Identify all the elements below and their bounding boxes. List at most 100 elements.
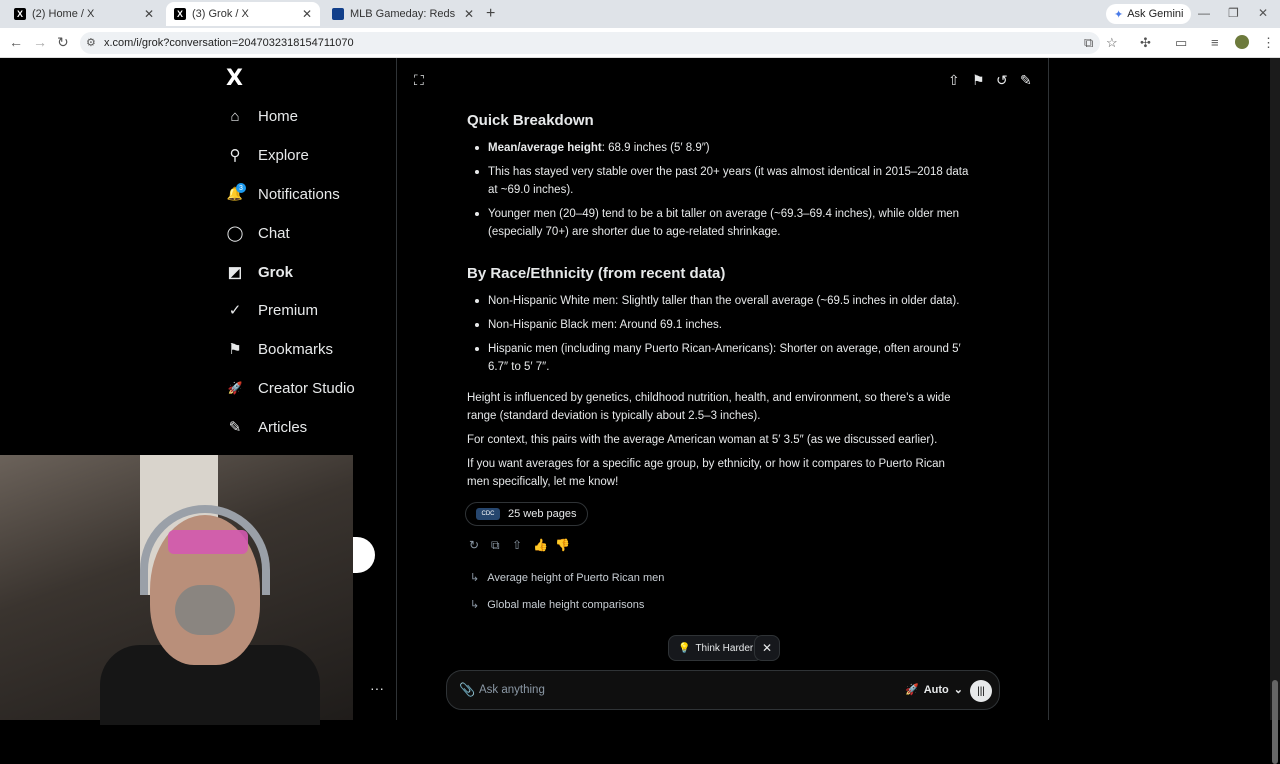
bullet-text: Non-Hispanic White men: Slightly taller …: [488, 295, 960, 307]
tab-mlb[interactable]: MLB Gameday: Reds 1, Rays 6 F ✕: [324, 2, 482, 26]
ask-gemini-label: Ask Gemini: [1127, 8, 1184, 20]
chat-icon: ◯: [226, 225, 244, 242]
sidebar-item-bookmarks[interactable]: ⚑ Bookmarks: [226, 336, 333, 362]
search-icon: ⚲: [229, 147, 241, 164]
bookmark-conversation-icon[interactable]: ⚑: [972, 72, 985, 89]
close-window-icon[interactable]: ✕: [1258, 6, 1268, 20]
voice-mode-button[interactable]: |||: [970, 680, 992, 702]
site-info-icon[interactable]: ⚙: [86, 36, 96, 49]
x-favicon-icon: X: [174, 8, 186, 20]
arrow-return-icon: ↳: [470, 599, 480, 611]
lightbulb-icon: 💡: [678, 642, 691, 654]
home-icon: ⌂: [230, 107, 240, 125]
mlb-favicon-icon: [332, 8, 344, 20]
sidebar-item-premium[interactable]: ✓ Premium: [226, 297, 318, 323]
waveform-icon: |||: [977, 685, 985, 697]
sidebar-item-label: Chat: [258, 224, 290, 242]
close-tab-icon[interactable]: ✕: [302, 7, 312, 21]
menu-icon[interactable]: ⋮: [1262, 35, 1275, 51]
minimize-icon[interactable]: —: [1198, 6, 1210, 20]
install-icon[interactable]: ⧉: [1084, 35, 1093, 51]
media-icon[interactable]: ≡: [1211, 35, 1219, 50]
expand-icon[interactable]: ⛶: [414, 72, 424, 89]
restore-icon[interactable]: ❐: [1228, 6, 1239, 20]
ask-input[interactable]: [479, 680, 859, 700]
mode-label: Auto: [923, 683, 949, 696]
sidebar-item-label: Grok: [258, 263, 294, 281]
share-icon[interactable]: ⇧: [948, 72, 960, 89]
reload-icon[interactable]: ↻: [57, 34, 69, 51]
list-item: Non-Hispanic Black men: Around 69.1 inch…: [475, 316, 978, 334]
sidebar-item-label: Bookmarks: [258, 340, 334, 358]
sidepanel-icon[interactable]: ▭: [1175, 35, 1187, 51]
sidebar-item-label: Premium: [258, 301, 319, 319]
followup-suggestion[interactable]: ↳ Average height of Puerto Rican men: [470, 571, 665, 585]
sidebar-item-label: Articles: [258, 418, 308, 436]
list-item: Hispanic men (including many Puerto Rica…: [475, 340, 978, 376]
sidebar-item-label: Creator Studio: [258, 379, 355, 397]
thumbs-down-icon[interactable]: 👎: [555, 538, 570, 552]
thumbs-up-icon[interactable]: 👍: [533, 538, 548, 552]
followup-suggestion[interactable]: ↳ Global male height comparisons: [470, 598, 644, 612]
sources-button[interactable]: CDC 25 web pages: [465, 502, 588, 526]
webcam-overlay: [0, 455, 353, 725]
sidebar-item-explore[interactable]: ⚲ Explore: [226, 142, 309, 168]
followup-label: Average height of Puerto Rican men: [487, 571, 665, 584]
close-tab-icon[interactable]: ✕: [464, 7, 474, 21]
tab-home[interactable]: X (2) Home / X ✕: [6, 2, 162, 26]
beard: [175, 585, 235, 635]
think-harder-button[interactable]: 💡 Think Harder: [668, 635, 764, 661]
rocket-icon: 🚀: [905, 684, 919, 696]
address-bar-row: ← → ↻ ⚙ x.com/i/grok?conversation=204703…: [0, 28, 1280, 58]
copy-icon[interactable]: ⧉: [491, 538, 500, 553]
paragraph: If you want averages for a specific age …: [467, 458, 945, 488]
sidebar-item-grok[interactable]: ◩ Grok: [226, 259, 293, 285]
list-item: This has stayed very stable over the pas…: [475, 163, 978, 199]
tab-title: MLB Gameday: Reds 1, Rays 6 F: [350, 8, 458, 20]
bullet-text: : 68.9 inches (5′ 8.9″): [601, 142, 710, 154]
tab-title: (3) Grok / X: [192, 8, 249, 20]
url-text: x.com/i/grok?conversation=20470323181547…: [104, 37, 354, 49]
sidebar-item-home[interactable]: ⌂ Home: [226, 103, 298, 129]
sidebar-item-articles[interactable]: ✎ Articles: [226, 414, 307, 440]
ask-gemini-button[interactable]: ✦ Ask Gemini: [1106, 4, 1192, 24]
bullet-text: Younger men (20–49) tend to be a bit tal…: [488, 208, 960, 238]
sidebar-item-label: Home: [258, 107, 299, 125]
scrollbar-thumb[interactable]: [1272, 680, 1278, 764]
sidebar-item-chat[interactable]: ◯ Chat: [226, 220, 290, 246]
rocket-icon: 🚀: [227, 381, 243, 395]
scrollbar[interactable]: [1270, 58, 1280, 764]
notifications-badge: 3: [236, 183, 246, 193]
extensions-icon[interactable]: ✣: [1140, 35, 1151, 51]
history-icon[interactable]: ↺: [996, 72, 1008, 89]
tab-grok[interactable]: X (3) Grok / X ✕: [166, 2, 320, 26]
share-response-icon[interactable]: ⇧: [512, 538, 522, 552]
close-icon[interactable]: ✕: [754, 635, 780, 661]
profile-avatar[interactable]: [1235, 35, 1249, 49]
paperclip-icon[interactable]: 📎: [459, 682, 475, 698]
url-field[interactable]: ⚙ x.com/i/grok?conversation=204703231815…: [80, 32, 1100, 54]
sidebar-item-creator-studio[interactable]: 🚀 Creator Studio: [226, 375, 355, 401]
bullet-bold: Mean/average height: [488, 142, 602, 154]
back-icon[interactable]: ←: [9, 34, 23, 50]
star-icon[interactable]: ☆: [1106, 35, 1118, 51]
new-chat-icon[interactable]: ✎: [1020, 72, 1032, 89]
sources-label: 25 web pages: [508, 508, 577, 520]
grok-icon: ◩: [227, 264, 243, 281]
mode-selector[interactable]: 🚀 Auto ⌄: [905, 683, 963, 697]
paragraph: Height is influenced by genetics, childh…: [467, 392, 951, 422]
forward-icon[interactable]: →: [33, 34, 47, 50]
x-favicon-icon: X: [14, 8, 26, 20]
premium-icon: ✓: [228, 302, 242, 319]
regenerate-icon[interactable]: ↻: [469, 538, 479, 552]
more-options-icon[interactable]: ···: [370, 680, 384, 696]
list-item: Non-Hispanic White men: Slightly taller …: [475, 292, 978, 310]
bookmark-icon: ⚑: [228, 341, 242, 358]
close-tab-icon[interactable]: ✕: [144, 7, 154, 21]
chevron-down-icon: ⌄: [953, 684, 963, 696]
source-logos-icon: CDC: [476, 508, 500, 520]
new-tab-icon[interactable]: +: [486, 5, 495, 23]
x-logo[interactable]: X: [226, 66, 243, 91]
paragraph: For context, this pairs with the average…: [467, 434, 938, 446]
list-item: Younger men (20–49) tend to be a bit tal…: [475, 205, 978, 241]
